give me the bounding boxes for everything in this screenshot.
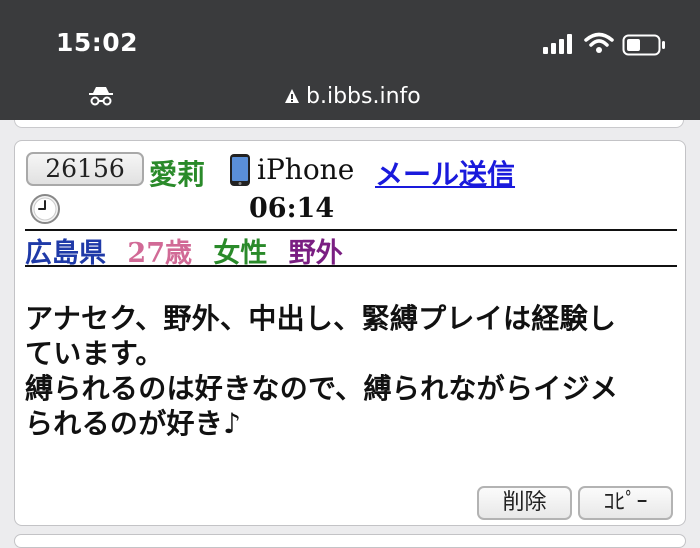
browser-chrome: 15:02 b.ibbs.info xyxy=(0,0,700,120)
url-text: b.ibbs.info xyxy=(306,83,421,109)
message-line: 縛られるのは好きなので、縛られながらイジメ xyxy=(25,372,619,405)
incognito-icon[interactable] xyxy=(88,86,114,106)
message-line: アナセク、野外、中出し、緊縛プレイは経験し xyxy=(25,302,617,335)
battery-icon xyxy=(622,34,665,56)
message-line: られるのが好き♪ xyxy=(25,407,242,440)
status-time: 15:02 xyxy=(56,28,139,57)
wifi-icon xyxy=(584,32,614,53)
previous-post-card xyxy=(14,120,684,128)
message-line: ています。 xyxy=(25,337,164,370)
poster-name: 愛莉 xyxy=(149,158,206,191)
address-bar[interactable]: b.ibbs.info xyxy=(284,82,421,110)
warning-icon xyxy=(285,89,299,103)
clock-icon xyxy=(30,194,60,224)
post-card: 26156 愛莉 iPhone メール送信 06:14 広島県 27歳 女性 野… xyxy=(14,140,686,526)
delete-button[interactable]: 削除 xyxy=(477,486,572,520)
phone-icon xyxy=(230,154,250,186)
profile-divider-bottom xyxy=(25,265,677,267)
copy-button[interactable]: ｺﾋﾟｰ xyxy=(578,486,673,520)
next-post-card xyxy=(14,534,686,548)
post-message: アナセク、野外、中出し、緊縛プレイは経験し ています。 縛られるのは好きなので、… xyxy=(25,301,685,441)
post-time: 06:14 xyxy=(249,193,335,224)
signal-icon xyxy=(543,34,572,54)
send-mail-link[interactable]: メール送信 xyxy=(375,153,515,193)
device-name: iPhone xyxy=(257,153,355,186)
post-number-button[interactable]: 26156 xyxy=(26,152,144,186)
